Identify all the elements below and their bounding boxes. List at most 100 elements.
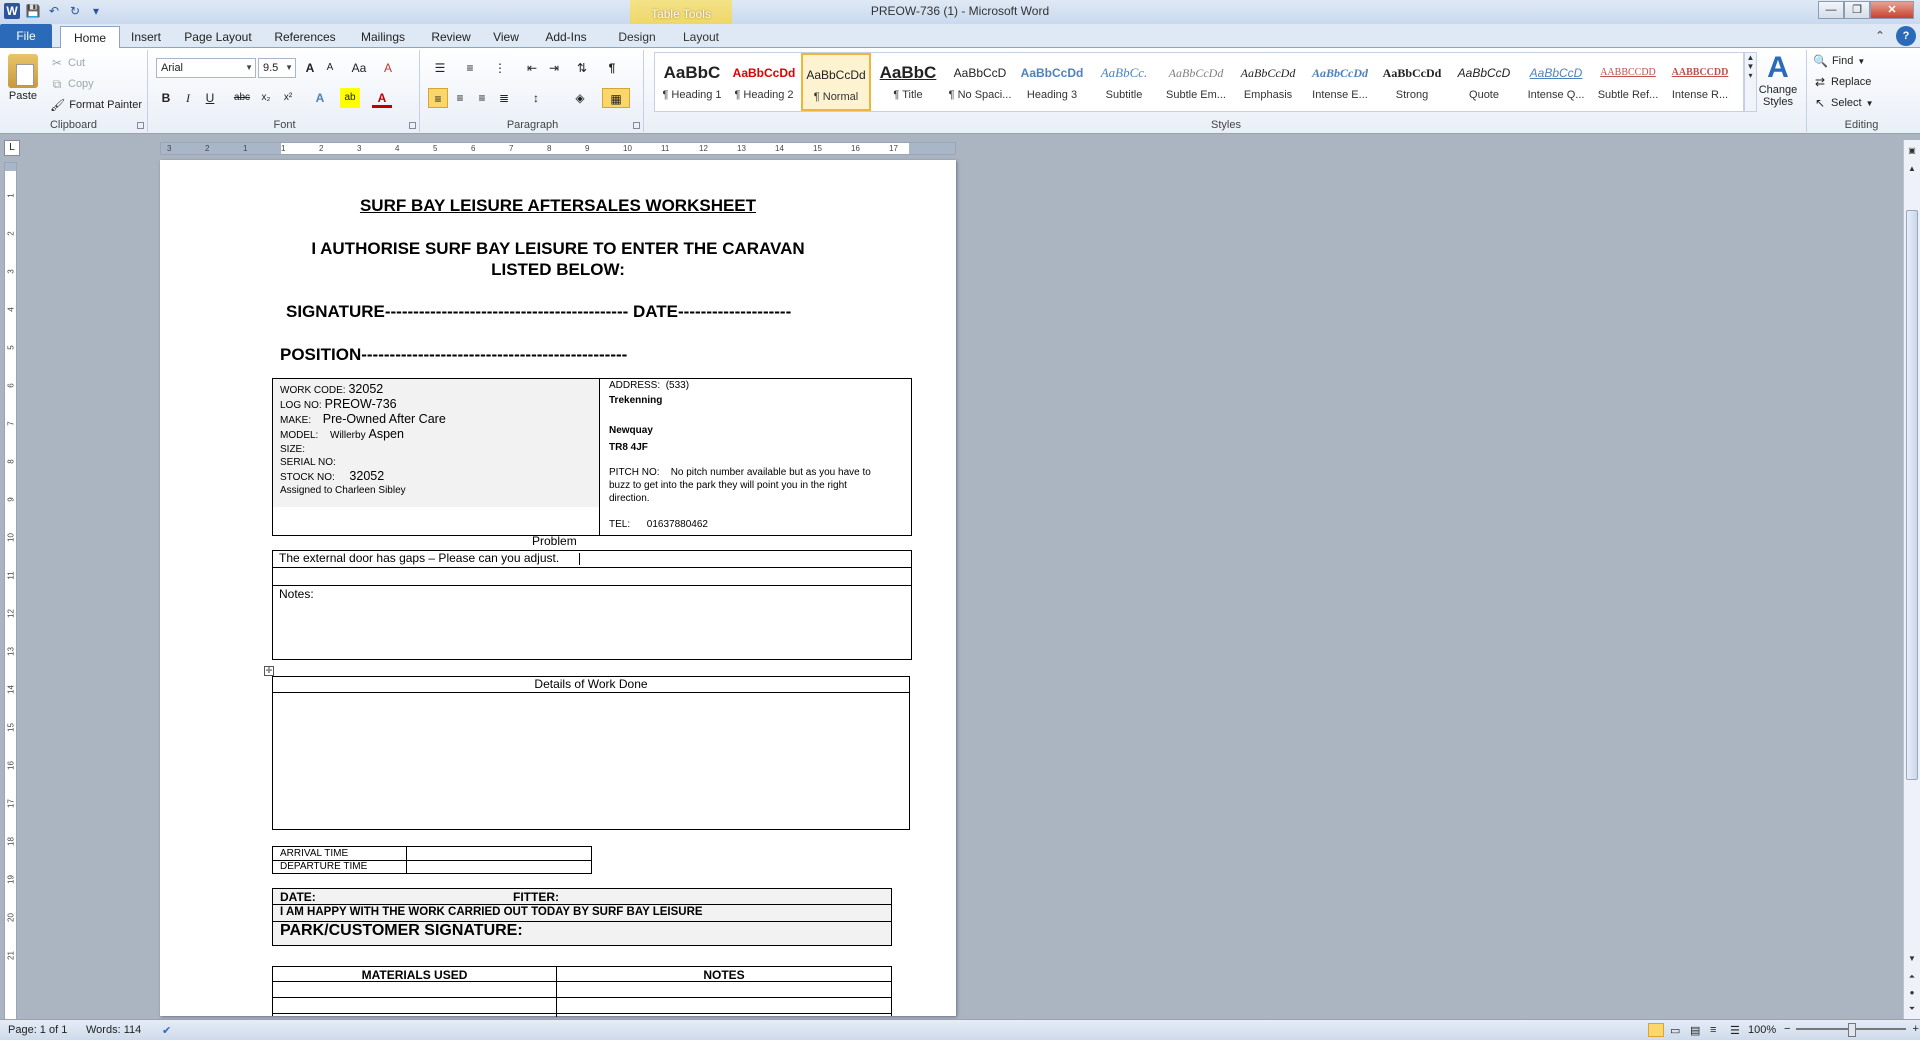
find-dropdown-icon[interactable]: ▼: [1857, 57, 1865, 66]
scroll-down-icon[interactable]: ▼: [1745, 62, 1756, 71]
horizontal-ruler[interactable]: 3 2 1 1 2 3 4 5 6 7 8 9 10 11 12 13 14 15 16 17: [160, 142, 956, 155]
font-name-dropdown-icon[interactable]: ▼: [245, 59, 253, 77]
clear-formatting-icon[interactable]: A: [378, 58, 398, 78]
style-intense-emphasis[interactable]: AaBbCcDd Intense E...: [1305, 53, 1375, 111]
materials-table[interactable]: MATERIALS USED NOTES: [272, 966, 892, 1017]
style-quote[interactable]: AaBbCcD Quote: [1449, 53, 1519, 111]
highlight-icon[interactable]: ab: [340, 88, 360, 108]
browse-object-icon[interactable]: ●: [1904, 986, 1920, 1000]
scroll-thumb[interactable]: [1906, 210, 1918, 780]
sort-icon[interactable]: ⇅: [572, 58, 592, 78]
style-heading-3[interactable]: AaBbCcDd Heading 3: [1017, 53, 1087, 111]
font-color-icon[interactable]: A: [372, 88, 392, 108]
tab-mailings[interactable]: Mailings: [354, 26, 412, 48]
paste-button[interactable]: Paste: [8, 54, 38, 102]
tab-file[interactable]: File: [0, 24, 52, 48]
show-marks-icon[interactable]: ¶: [602, 58, 622, 78]
style-heading-2[interactable]: AaBbCcDd ¶ Heading 2: [729, 53, 799, 111]
strikethrough-button[interactable]: abc: [230, 88, 254, 108]
style-subtitle[interactable]: AaBbCc. Subtitle: [1089, 53, 1159, 111]
work-done-table[interactable]: Details of Work Done: [272, 676, 910, 830]
zoom-in-icon[interactable]: +: [1912, 1023, 1918, 1035]
more-icon[interactable]: ▾: [1745, 71, 1756, 80]
font-size-dropdown-icon[interactable]: ▼: [285, 59, 293, 77]
justify-icon[interactable]: ≣: [494, 88, 514, 108]
signoff-table[interactable]: DATE: FITTER: I AM HAPPY WITH THE WORK C…: [272, 888, 892, 946]
subscript-button[interactable]: x₂: [256, 88, 276, 108]
style-strong[interactable]: AaBbCcDd Strong: [1377, 53, 1447, 111]
align-left-icon[interactable]: ≡: [428, 88, 448, 108]
style-normal[interactable]: AaBbCcDd ¶ Normal: [801, 53, 871, 111]
minimize-button[interactable]: —: [1818, 1, 1844, 19]
time-table[interactable]: ARRIVAL TIME DEPARTURE TIME: [272, 846, 592, 874]
customize-qat-icon[interactable]: ▾: [88, 3, 104, 19]
bold-button[interactable]: B: [156, 88, 176, 108]
save-icon[interactable]: 💾: [25, 3, 41, 19]
zoom-out-icon[interactable]: −: [1784, 1023, 1790, 1035]
word-app-icon[interactable]: W: [4, 3, 20, 19]
line-spacing-icon[interactable]: ↕: [524, 88, 548, 108]
numbering-icon[interactable]: ≡: [458, 58, 482, 78]
style-subtle-reference[interactable]: AABBCCDD Subtle Ref...: [1593, 53, 1663, 111]
italic-button[interactable]: I: [178, 88, 198, 108]
zoom-slider[interactable]: − +: [1784, 1023, 1919, 1037]
problem-text[interactable]: The external door has gaps – Please can …: [279, 551, 559, 565]
tab-design[interactable]: Design: [612, 26, 662, 48]
tab-page-layout[interactable]: Page Layout: [180, 26, 256, 48]
outline-icon[interactable]: ≡: [1710, 1024, 1716, 1036]
minimize-ribbon-icon[interactable]: ⌃: [1870, 26, 1890, 46]
document-page[interactable]: SURF BAY LEISURE AFTERSALES WORKSHEET I …: [160, 160, 956, 1017]
style-intense-reference[interactable]: AABBCCDD Intense R...: [1665, 53, 1735, 111]
web-layout-icon[interactable]: ▤: [1690, 1024, 1700, 1037]
previous-page-icon[interactable]: ⏶: [1904, 970, 1920, 984]
style-intense-quote[interactable]: AaBbCcD Intense Q...: [1521, 53, 1591, 111]
tab-insert[interactable]: Insert: [124, 26, 168, 48]
cut-button[interactable]: ✂ Cut: [50, 56, 85, 70]
shrink-font-icon[interactable]: A: [320, 58, 340, 78]
increase-indent-icon[interactable]: ⇥: [544, 58, 564, 78]
bullets-icon[interactable]: ☰: [428, 58, 452, 78]
style-subtle-emphasis[interactable]: AaBbCcDd Subtle Em...: [1161, 53, 1231, 111]
select-button[interactable]: ↖ Select ▼: [1813, 96, 1874, 110]
align-center-icon[interactable]: ≡: [450, 88, 470, 108]
decrease-indent-icon[interactable]: ⇤: [522, 58, 542, 78]
borders-icon[interactable]: ▦: [602, 88, 630, 108]
tab-add-ins[interactable]: Add-Ins: [538, 26, 594, 48]
problem-table[interactable]: The external door has gaps – Please can …: [272, 550, 912, 660]
tab-references[interactable]: References: [270, 26, 340, 48]
table-move-handle-icon[interactable]: ✛: [264, 666, 274, 676]
ruler-toggle-icon[interactable]: ▣: [1904, 144, 1920, 158]
font-name-combo[interactable]: Arial ▼: [156, 58, 256, 78]
tab-layout[interactable]: Layout: [676, 26, 726, 48]
scroll-up-icon[interactable]: ▲: [1745, 53, 1756, 62]
find-button[interactable]: 🔍 Find ▼: [1813, 54, 1865, 68]
tab-selector[interactable]: L: [4, 140, 20, 156]
vertical-ruler[interactable]: 1 2 3 4 5 6 7 8 9 10 11 12 13 14 15 16 17 18 19 20 21: [4, 162, 17, 1020]
maximize-button[interactable]: ❐: [1844, 1, 1870, 19]
change-styles-button[interactable]: A Change Styles: [1756, 52, 1800, 109]
next-page-icon[interactable]: ⏷: [1904, 1002, 1920, 1016]
superscript-button[interactable]: x²: [278, 88, 298, 108]
style-title[interactable]: AaBbC ¶ Title: [873, 53, 943, 111]
copy-button[interactable]: ⧉ Copy: [50, 77, 94, 91]
font-size-combo[interactable]: 9.5 ▼: [258, 58, 296, 78]
scroll-down-arrow-icon[interactable]: ▼: [1904, 952, 1920, 966]
draft-icon[interactable]: ☰: [1730, 1024, 1740, 1037]
zoom-track[interactable]: [1796, 1023, 1907, 1037]
tab-home[interactable]: Home: [60, 26, 120, 49]
help-icon[interactable]: ?: [1896, 26, 1916, 46]
vertical-scrollbar[interactable]: ▣ ▲ ▼ ⏶ ● ⏷: [1903, 140, 1920, 1019]
full-screen-reading-icon[interactable]: ▭: [1670, 1024, 1680, 1037]
paragraph-launcher[interactable]: [633, 122, 640, 129]
tab-review[interactable]: Review: [426, 26, 476, 48]
font-launcher[interactable]: [409, 122, 416, 129]
word-count[interactable]: Words: 114: [86, 1024, 141, 1036]
style-no-spacing[interactable]: AaBbCcD ¶ No Spaci...: [945, 53, 1015, 111]
undo-icon[interactable]: ↶: [46, 3, 62, 19]
underline-button[interactable]: U: [200, 88, 220, 108]
shading-icon[interactable]: ◈: [568, 88, 592, 108]
close-button[interactable]: ✕: [1870, 1, 1914, 19]
clipboard-launcher[interactable]: [137, 122, 144, 129]
proofing-icon[interactable]: ✔: [162, 1024, 171, 1037]
zoom-level[interactable]: 100%: [1748, 1024, 1776, 1036]
